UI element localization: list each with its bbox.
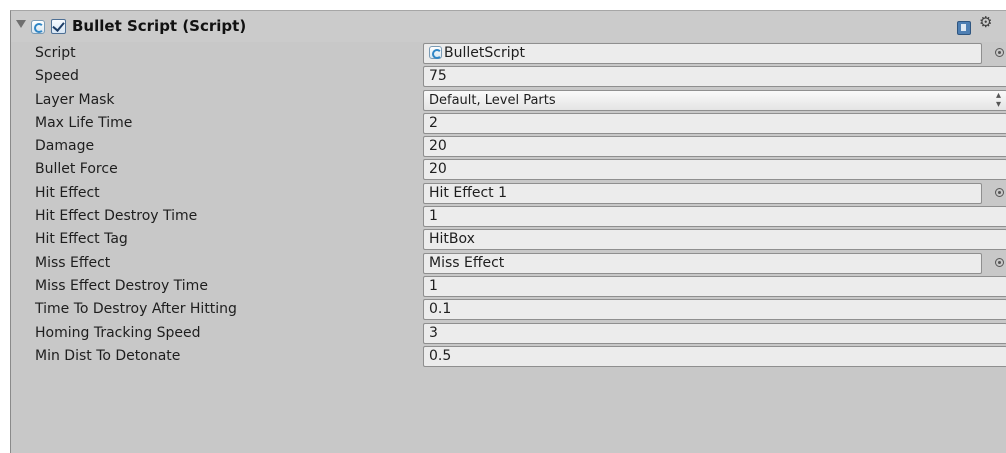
property-label: Bullet Force [35,161,118,178]
time-to-destroy-after-hitting-input[interactable]: 0.1 [423,299,1006,321]
hit-effect-object-field[interactable]: Hit Effect 1 [423,182,982,204]
property-row-min-dist-to-detonate: Min Dist To Detonate 0.5 [11,345,1006,368]
property-row-layer-mask: Layer Mask Default, Level Parts ▴ ▾ [11,89,1006,112]
object-picker-icon[interactable] [995,187,1004,197]
help-icon[interactable] [957,21,971,35]
script-field-value: BulletScript [444,45,525,61]
dropdown-arrows-icon: ▴ ▾ [995,89,1001,110]
property-row-miss-effect: Miss Effect Miss Effect [11,252,1006,275]
property-label: Layer Mask [35,91,115,108]
component-enabled-checkbox[interactable] [51,19,66,34]
hit-effect-tag-input[interactable]: HitBox [423,229,1006,251]
gear-icon[interactable]: ⚙ [979,15,992,30]
property-list: Script BulletScript Speed 75 Layer Mask … [11,42,1006,368]
property-row-time-to-destroy-after-hitting: Time To Destroy After Hitting 0.1 [11,298,1006,321]
property-label: Speed [35,68,79,85]
property-row-homing-tracking-speed: Homing Tracking Speed 3 [11,322,1006,345]
component-title: Bullet Script (Script) [72,17,247,35]
inspector-panel: Bullet Script (Script) ⚙ Script BulletSc… [10,10,1006,453]
speed-input[interactable]: 75 [423,66,1006,88]
property-label: Script [35,45,76,61]
hit-effect-destroy-time-input[interactable]: 1 [423,206,1006,228]
homing-tracking-speed-input[interactable]: 3 [423,322,1006,344]
property-row-damage: Damage 20 [11,135,1006,158]
miss-effect-destroy-time-input[interactable]: 1 [423,275,1006,297]
component-header[interactable]: Bullet Script (Script) ⚙ [11,11,1006,42]
property-label: Time To Destroy After Hitting [35,301,237,318]
damage-input[interactable]: 20 [423,136,1006,158]
property-label: Miss Effect Destroy Time [35,277,208,294]
layer-mask-value: Default, Level Parts [429,92,556,108]
property-label: Damage [35,138,95,155]
property-row-speed: Speed 75 [11,65,1006,88]
property-row-script: Script BulletScript [11,42,1006,65]
script-icon [429,46,442,59]
property-row-hit-effect-tag: Hit Effect Tag HitBox [11,228,1006,251]
object-picker-icon[interactable] [995,257,1004,267]
property-label: Homing Tracking Speed [35,324,201,341]
property-row-hit-effect-destroy-time: Hit Effect Destroy Time 1 [11,205,1006,228]
fold-triangle-icon[interactable] [16,20,26,28]
script-icon [31,20,45,34]
property-label: Max Life Time [35,114,133,131]
bullet-force-input[interactable]: 20 [423,159,1006,181]
miss-effect-object-field[interactable]: Miss Effect [423,252,982,274]
property-row-max-life-time: Max Life Time 2 [11,112,1006,135]
property-label: Hit Effect Destroy Time [35,208,198,225]
property-label: Hit Effect [35,184,100,201]
script-field[interactable]: BulletScript [423,43,982,64]
max-life-time-input[interactable]: 2 [423,112,1006,134]
object-picker-icon[interactable] [995,48,1004,57]
property-label: Min Dist To Detonate [35,347,181,364]
property-label: Hit Effect Tag [35,231,128,248]
property-row-bullet-force: Bullet Force 20 [11,158,1006,181]
min-dist-to-detonate-input[interactable]: 0.5 [423,345,1006,367]
property-row-hit-effect: Hit Effect Hit Effect 1 [11,182,1006,205]
layer-mask-dropdown[interactable]: Default, Level Parts ▴ ▾ [423,89,1006,111]
property-label: Miss Effect [35,254,111,271]
property-row-miss-effect-destroy-time: Miss Effect Destroy Time 1 [11,275,1006,298]
